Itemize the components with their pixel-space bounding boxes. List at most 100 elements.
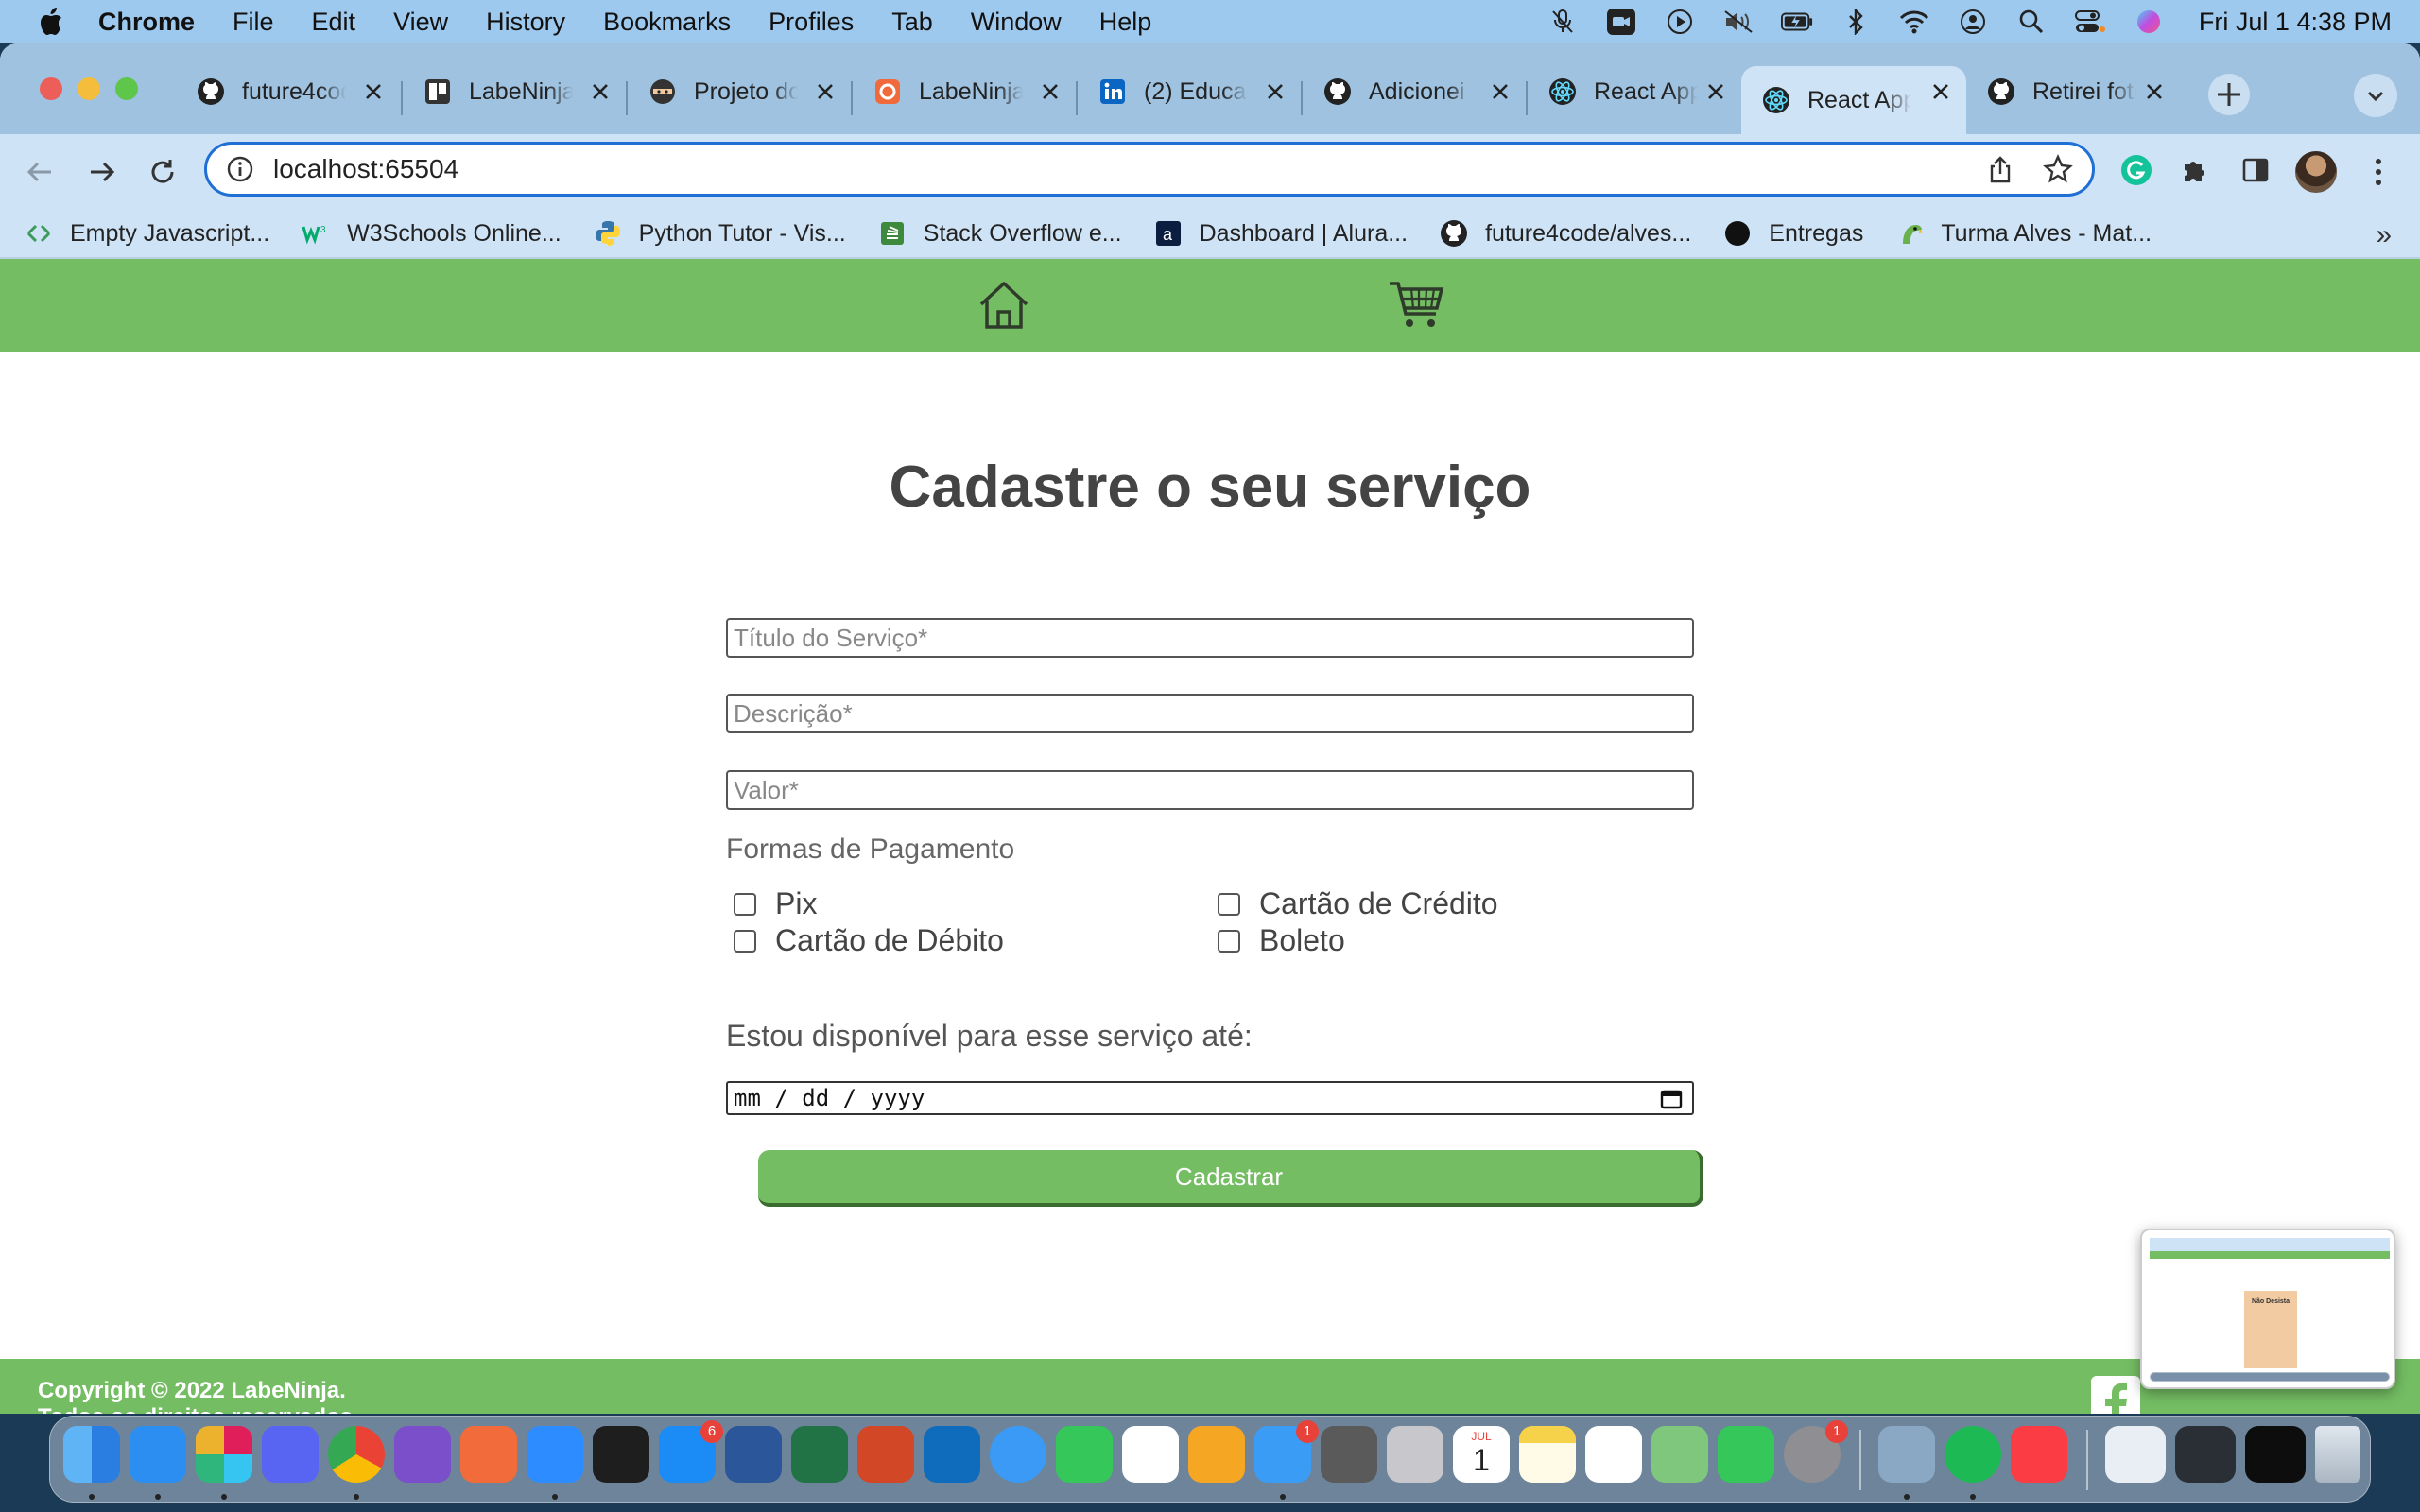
- availability-date-input[interactable]: mm / dd / yyyy: [726, 1081, 1694, 1115]
- dock-launchpad-icon[interactable]: [1387, 1426, 1443, 1483]
- menu-chrome[interactable]: Chrome: [98, 8, 195, 37]
- dock-app-store-icon[interactable]: 6: [659, 1420, 723, 1483]
- window-minimize-button[interactable]: [78, 77, 100, 100]
- cart-icon[interactable]: [1388, 280, 1444, 331]
- side-panel-button[interactable]: [2237, 151, 2274, 189]
- dock-minimized-window-1[interactable]: [2105, 1426, 2166, 1483]
- bookmark-alura[interactable]: a Dashboard | Alura...: [1154, 219, 1408, 248]
- boleto-checkbox[interactable]: [1218, 929, 1240, 953]
- service-description-input[interactable]: [726, 694, 1694, 733]
- credit-card-checkbox[interactable]: [1218, 892, 1240, 916]
- dock-safari-icon[interactable]: [990, 1426, 1046, 1483]
- dock-word-icon[interactable]: [725, 1426, 782, 1483]
- dock-discord-icon[interactable]: [262, 1426, 319, 1483]
- submit-button[interactable]: Cadastrar: [758, 1150, 1703, 1207]
- tab-labeninjas-trello[interactable]: LabeNinjas: [403, 66, 626, 117]
- dock-numbers-icon[interactable]: [1122, 1426, 1179, 1483]
- service-title-input[interactable]: [726, 618, 1694, 658]
- dock-system-preferences-icon[interactable]: 1: [1784, 1420, 1848, 1483]
- dock-github-desktop-icon[interactable]: [394, 1426, 451, 1483]
- tab-linkedin[interactable]: (2) Educação: [1078, 66, 1301, 117]
- grammarly-extension-button[interactable]: [2118, 151, 2155, 189]
- tab-labeninjas[interactable]: LabeNinjas: [853, 66, 1076, 117]
- tab-search-button[interactable]: [2354, 74, 2397, 117]
- dock-finder-icon[interactable]: [63, 1426, 120, 1483]
- window-close-button[interactable]: [40, 77, 62, 100]
- bookmark-turma-alves[interactable]: Turma Alves - Mat...: [1895, 219, 2152, 248]
- dock-music-icon[interactable]: [2011, 1426, 2067, 1483]
- spotlight-search-icon[interactable]: [2015, 8, 2048, 36]
- dock-mail-icon[interactable]: 1: [1254, 1420, 1319, 1483]
- dock-powerpoint-icon[interactable]: [857, 1426, 914, 1483]
- profile-avatar[interactable]: [2295, 151, 2337, 193]
- bluetooth-icon[interactable]: [1840, 8, 1872, 36]
- dock-maps-icon[interactable]: [1651, 1426, 1708, 1483]
- dock-trash-icon[interactable]: [2315, 1426, 2360, 1483]
- menu-profiles[interactable]: Profiles: [769, 8, 854, 37]
- close-icon[interactable]: [2142, 79, 2167, 104]
- bookmark-empty-javascript[interactable]: Empty Javascript...: [25, 219, 269, 248]
- dock-minimized-window-3[interactable]: [2245, 1426, 2306, 1483]
- speaker-muted-icon[interactable]: [1722, 8, 1754, 36]
- siri-icon[interactable]: [2133, 8, 2165, 36]
- pix-checkbox[interactable]: [734, 892, 756, 916]
- dock-notes-icon[interactable]: [1519, 1426, 1576, 1483]
- address-bar[interactable]: localhost:65504: [204, 142, 2095, 197]
- payment-option-credit-card[interactable]: Cartão de Crédito: [1210, 886, 1498, 921]
- menu-file[interactable]: File: [233, 8, 274, 37]
- screen-recording-preview[interactable]: Não Desista: [2140, 1228, 2395, 1389]
- dock-zoom-icon[interactable]: [527, 1426, 583, 1483]
- info-icon[interactable]: [226, 155, 254, 183]
- debit-card-checkbox[interactable]: [734, 929, 756, 953]
- new-tab-button[interactable]: [2208, 74, 2250, 115]
- dock-calendar-icon[interactable]: JUL 1: [1453, 1426, 1510, 1483]
- bookmark-python-tutor[interactable]: Python Tutor - Vis...: [594, 219, 846, 248]
- bookmark-w3schools[interactable]: 3 W3Schools Online...: [302, 219, 562, 248]
- payment-option-debit-card[interactable]: Cartão de Débito: [726, 923, 1004, 958]
- forward-button[interactable]: [83, 153, 121, 191]
- tab-future4code[interactable]: future4code/alves: [176, 66, 399, 117]
- mic-muted-icon[interactable]: [1547, 8, 1579, 36]
- dock-vscode-icon[interactable]: [130, 1426, 186, 1483]
- close-icon[interactable]: [1488, 79, 1512, 104]
- reload-button[interactable]: [144, 153, 182, 191]
- apple-logo-icon[interactable]: [36, 6, 64, 38]
- menu-view[interactable]: View: [393, 8, 448, 37]
- dock-preview-icon[interactable]: [1878, 1426, 1935, 1483]
- battery-charging-icon[interactable]: [1780, 8, 1813, 36]
- dock-chrome-icon[interactable]: [328, 1426, 385, 1483]
- url-text[interactable]: localhost:65504: [273, 154, 458, 184]
- service-price-input[interactable]: [726, 770, 1694, 810]
- play-circle-icon[interactable]: [1664, 8, 1696, 36]
- tab-react-app-active[interactable]: React App: [1741, 66, 1966, 134]
- bookmark-future4code[interactable]: future4code/alves...: [1440, 219, 1691, 248]
- close-icon[interactable]: [361, 79, 386, 104]
- dock-calculator-icon[interactable]: [1321, 1426, 1377, 1483]
- menu-tab[interactable]: Tab: [891, 8, 933, 37]
- close-icon[interactable]: [1263, 79, 1288, 104]
- close-icon[interactable]: [588, 79, 613, 104]
- calendar-icon[interactable]: [1660, 1089, 1683, 1109]
- share-icon[interactable]: [1986, 156, 2014, 184]
- home-icon[interactable]: [977, 280, 1030, 331]
- dock-onedrive-icon[interactable]: [924, 1426, 980, 1483]
- dock-terminal-icon[interactable]: [593, 1426, 649, 1483]
- dock-figma-icon[interactable]: [460, 1426, 517, 1483]
- dock-messages-icon[interactable]: [1718, 1426, 1774, 1483]
- payment-option-boleto[interactable]: Boleto: [1210, 923, 1345, 958]
- tab-projeto[interactable]: Projeto do: [628, 66, 851, 117]
- control-center-icon[interactable]: [2074, 8, 2106, 36]
- extensions-button[interactable]: [2176, 151, 2214, 189]
- menu-help[interactable]: Help: [1099, 8, 1152, 37]
- menu-window[interactable]: Window: [971, 8, 1062, 37]
- tab-retirei[interactable]: Retirei foto: [1966, 66, 2180, 117]
- dock-facetime-icon[interactable]: [1056, 1426, 1113, 1483]
- wifi-icon[interactable]: [1898, 8, 1930, 36]
- dock-reminders-icon[interactable]: [1585, 1426, 1642, 1483]
- bookmarks-overflow-chevron[interactable]: »: [2376, 219, 2392, 251]
- dock-minimized-window-2[interactable]: [2175, 1426, 2236, 1483]
- window-zoom-button[interactable]: [115, 77, 138, 100]
- bookmark-entregas[interactable]: Entregas: [1723, 219, 1863, 248]
- payment-option-pix[interactable]: Pix: [726, 886, 817, 921]
- tab-react-app-1[interactable]: React App: [1528, 66, 1741, 117]
